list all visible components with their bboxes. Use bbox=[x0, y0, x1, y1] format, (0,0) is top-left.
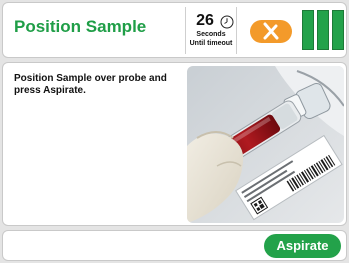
timeout-indicator: 26 Seconds Until timeout bbox=[185, 7, 237, 54]
timeout-unit: Seconds bbox=[196, 31, 226, 38]
instruction-text: Position Sample over probe and press Asp… bbox=[14, 73, 167, 96]
page-title: Position Sample bbox=[14, 17, 147, 36]
close-x-icon bbox=[263, 22, 279, 40]
clock-icon bbox=[220, 15, 234, 29]
aspirate-button[interactable]: Aspirate bbox=[264, 234, 341, 258]
status-bar bbox=[332, 10, 344, 50]
status-bars bbox=[302, 10, 346, 52]
header-panel: Position Sample 26 Seconds Until timeout bbox=[2, 2, 347, 58]
main-panel: Position Sample over probe and press Asp… bbox=[2, 62, 347, 226]
timeout-count: 26 bbox=[196, 12, 214, 29]
cancel-button[interactable] bbox=[250, 20, 292, 43]
sample-illustration bbox=[187, 66, 344, 223]
blood-sample-tube-photo bbox=[187, 66, 344, 223]
status-bar bbox=[302, 10, 314, 50]
timeout-caption: Until timeout bbox=[189, 40, 233, 47]
footer-panel: Aspirate bbox=[2, 230, 347, 261]
status-bar bbox=[317, 10, 329, 50]
